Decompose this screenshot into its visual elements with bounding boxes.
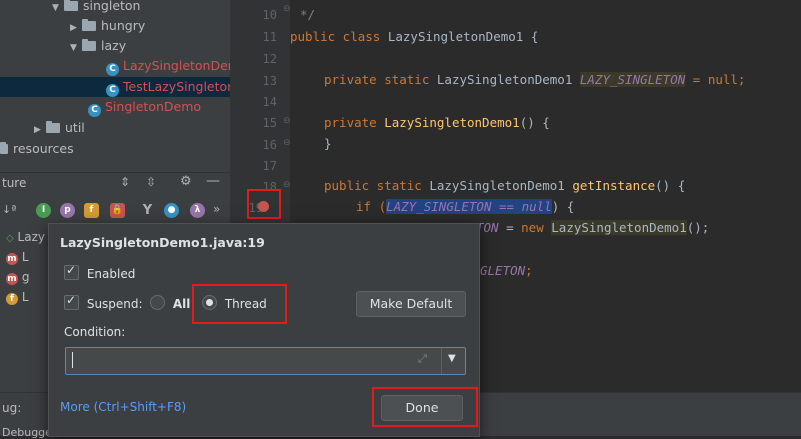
line-number: 14 xyxy=(262,95,277,109)
class-icon: C xyxy=(106,84,119,97)
suspend-all-radio[interactable]: All xyxy=(150,295,190,311)
structure-toolbar: ↓ª I p f 🔒 Y ● λ » xyxy=(0,195,230,225)
show-inherited-icon[interactable]: I xyxy=(36,203,51,218)
checkbox-icon[interactable] xyxy=(64,293,79,310)
more-link[interactable]: More (Ctrl+Shift+F8) xyxy=(60,400,186,414)
structure-item[interactable]: m L xyxy=(6,250,29,265)
chevron-down-icon[interactable]: ▼ xyxy=(448,353,456,364)
tree-item-testlazysingleton[interactable]: C TestLazySingletor xyxy=(0,77,232,97)
line-number: 10 xyxy=(262,8,277,22)
thread-highlight-box xyxy=(192,284,287,324)
structure-item[interactable]: f L xyxy=(6,290,29,305)
checkbox-icon[interactable] xyxy=(64,263,79,280)
radio-icon[interactable] xyxy=(150,295,165,310)
breakpoint-popup: LazySingletonDemo1.java:19 Enabled Suspe… xyxy=(48,223,480,437)
method-icon: m xyxy=(6,273,18,285)
class-icon: ◇ xyxy=(6,233,14,244)
folder-icon xyxy=(82,19,96,31)
sort-alpha-icon[interactable]: ↓ª xyxy=(2,203,16,216)
divider xyxy=(441,348,442,374)
folder-icon xyxy=(64,0,78,11)
selected-condition: LAZY_SINGLETON == null xyxy=(386,199,552,214)
condition-input[interactable]: ⤢ ▼ xyxy=(65,347,466,375)
condition-label: Condition: xyxy=(64,325,126,339)
collapse-arrow-icon[interactable]: ▶ xyxy=(70,18,82,38)
filter-icon[interactable]: Y xyxy=(140,203,155,218)
line-number: 11 xyxy=(262,30,277,44)
line-number: 12 xyxy=(262,52,277,66)
line-number: 13 xyxy=(262,74,277,88)
resources-folder-icon xyxy=(0,142,8,154)
expand-arrow-icon[interactable]: ▼ xyxy=(70,38,82,58)
debug-label: ug: xyxy=(2,401,22,415)
folder-icon xyxy=(82,39,96,51)
method-icon: m xyxy=(6,253,18,265)
collapse-all-icon[interactable]: ⇳ xyxy=(146,175,156,189)
make-default-button[interactable]: Make Default xyxy=(356,291,466,317)
line-number: 16 xyxy=(262,138,277,152)
text-cursor xyxy=(72,352,73,368)
suspend-checkbox[interactable]: Suspend: xyxy=(64,293,143,311)
tree-item-util[interactable]: ▶ util xyxy=(34,118,85,138)
done-highlight-box xyxy=(372,387,478,427)
popup-title: LazySingletonDemo1.java:19 xyxy=(60,235,265,250)
expand-arrow-icon[interactable]: ▼ xyxy=(52,0,64,18)
line-number: 15 xyxy=(262,116,277,130)
collapse-arrow-icon[interactable]: ▶ xyxy=(34,120,46,140)
anonymous-classes-icon[interactable]: ● xyxy=(164,203,179,218)
show-nonpublic-icon[interactable]: 🔒 xyxy=(110,203,125,218)
structure-title: ture xyxy=(2,176,27,190)
breakpoint-highlight-box xyxy=(247,189,281,219)
gear-icon[interactable]: ⚙ xyxy=(180,174,192,189)
tree-item-lazysingletondemo[interactable]: C LazySingletonDem xyxy=(106,56,240,76)
structure-item[interactable]: ◇ Lazy xyxy=(6,230,45,244)
structure-item[interactable]: m g xyxy=(6,270,29,285)
enabled-checkbox[interactable]: Enabled xyxy=(64,263,135,281)
show-fields-icon[interactable]: f xyxy=(84,203,99,218)
lambdas-icon[interactable]: λ xyxy=(190,203,205,218)
class-icon: C xyxy=(106,63,119,76)
tree-item-lazy[interactable]: ▼ lazy xyxy=(70,36,126,56)
expand-editor-icon[interactable]: ⤢ xyxy=(418,352,427,366)
minimize-icon[interactable]: — xyxy=(206,173,220,189)
line-number: 17 xyxy=(262,159,277,173)
class-icon: C xyxy=(88,104,101,117)
field-icon: f xyxy=(6,293,18,305)
tree-item-hungry[interactable]: ▶ hungry xyxy=(70,16,145,36)
show-properties-icon[interactable]: p xyxy=(60,203,75,218)
tree-item-singletondemo[interactable]: C SingletonDemo xyxy=(88,97,201,117)
structure-list: ◇ Lazy m L m g f L xyxy=(0,230,48,320)
tree-item-singleton[interactable]: ▼ singleton xyxy=(52,0,140,16)
expand-all-icon[interactable]: ⇕ xyxy=(120,175,130,189)
folder-icon xyxy=(46,121,60,133)
structure-header: ture ⇕ ⇳ ⚙ — xyxy=(0,172,230,196)
tree-item-resources[interactable]: resources xyxy=(0,139,74,159)
